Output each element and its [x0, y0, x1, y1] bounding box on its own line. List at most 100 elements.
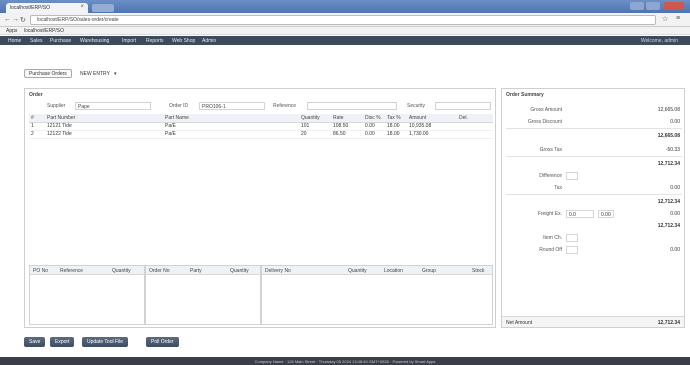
col-quantity: Quantity	[299, 114, 331, 123]
menu-item-reports[interactable]: Reports	[146, 38, 164, 44]
cell-part-name[interactable]: Pa/E	[163, 122, 299, 131]
cell-index: 1	[29, 122, 45, 131]
summary-label: Freight Ex.	[537, 211, 562, 217]
net-amount-row: Net Amount 12,712.34	[502, 316, 684, 327]
summary-row: 12,712.34	[506, 198, 682, 206]
bookmark-apps[interactable]: Apps	[6, 28, 17, 34]
back-icon[interactable]: ←	[4, 16, 11, 23]
menu-item-webshop[interactable]: Web Shop	[172, 38, 195, 44]
divider	[506, 128, 682, 129]
browser-tab[interactable]: localhost/ERP/SO ×	[6, 3, 88, 13]
menu-item-home[interactable]: Home	[8, 38, 21, 44]
summary-subtotal: 12,712.34	[657, 223, 680, 229]
summary-value: 0.00	[670, 247, 680, 253]
cell-quantity[interactable]: 20	[299, 130, 331, 139]
po-grid-col: Reference	[60, 268, 84, 274]
window-close-icon[interactable]	[664, 2, 684, 10]
order-grid-col: Order No	[149, 268, 170, 274]
col-tax: Tax %	[385, 114, 407, 123]
summary-label: Round Off	[539, 247, 562, 253]
menu-item-admin[interactable]: Admin	[202, 38, 216, 44]
summary-row: 12,712.34	[506, 222, 682, 230]
cell-tax[interactable]: 18.00	[385, 122, 407, 131]
po-grid-header: PO No Reference Quantity	[30, 266, 144, 275]
summary-label: Gross Tax	[539, 147, 562, 153]
menu-item-warehousing[interactable]: Warehousing	[80, 38, 109, 44]
reference-input[interactable]	[307, 102, 397, 110]
cell-index: 2	[29, 130, 45, 139]
order-title: Order	[29, 92, 43, 98]
delivery-grid-col: Location	[384, 268, 403, 274]
new-tab-button[interactable]	[92, 4, 114, 12]
freight-percent-input[interactable]: 0.0	[566, 210, 594, 218]
table-row[interactable]: 1 12121 Tide Pa/E 101 108.50 0.00 18.00 …	[29, 122, 493, 131]
cell-part-number[interactable]: 12121 Tide	[45, 122, 163, 131]
cell-part-number[interactable]: 12122 Tide	[45, 130, 163, 139]
update-tool-file-button[interactable]: Update Tool File	[82, 337, 129, 347]
freight-amount-value: 0.00	[601, 212, 611, 218]
summary-value: -50.33	[665, 147, 680, 153]
divider	[506, 194, 682, 195]
col-part-number: Part Number	[45, 114, 163, 123]
supplier-input[interactable]: Pape	[75, 102, 151, 110]
cell-del[interactable]	[457, 130, 493, 139]
summary-value: 0.00	[670, 119, 680, 125]
security-input[interactable]	[435, 102, 491, 110]
delivery-grid-col: Delivery No	[265, 268, 291, 274]
reference-label: Reference	[273, 103, 297, 109]
cell-disc[interactable]: 0.00	[363, 130, 385, 139]
cell-rate[interactable]: 86.50	[331, 130, 363, 139]
delivery-grid: Delivery No Quantity Location Group Stoc…	[261, 265, 493, 325]
address-bar[interactable]: localhost/ERP/SO/sales-order/create	[30, 15, 656, 25]
order-grid: Order No Party Quantity	[145, 265, 261, 325]
menu-item-import[interactable]: Import	[122, 38, 136, 44]
forward-icon[interactable]: →	[12, 16, 19, 23]
summary-row: Difference	[506, 172, 682, 180]
maximize-icon[interactable]	[646, 2, 660, 10]
col-disc: Disc %	[363, 114, 385, 123]
difference-checkbox[interactable]	[566, 172, 578, 180]
export-button[interactable]: Export	[50, 337, 75, 347]
user-greeting[interactable]: Welcome, admin	[641, 38, 678, 44]
order-summary-panel: Order Summary Gross Amount 12,665.08 Gro…	[501, 88, 685, 328]
order-no-input[interactable]: PRO106-1	[199, 102, 265, 110]
breadcrumb-current: NEW ENTRY	[80, 71, 110, 77]
order-header-fields: Supplier Pape Order ID PRO106-1 Referenc…	[29, 102, 493, 110]
bookmarks-bar: Apps localhost/ERP/SO	[0, 27, 690, 35]
minimize-icon[interactable]	[630, 2, 644, 10]
order-panel: Order Supplier Pape Order ID PRO106-1 Re…	[24, 88, 496, 328]
cell-rate[interactable]: 108.50	[331, 122, 363, 131]
net-amount-label: Net Amount	[506, 320, 533, 326]
po-grid: PO No Reference Quantity	[29, 265, 145, 325]
summary-subtotal: 12,712.34	[657, 161, 680, 167]
bookmark-erp[interactable]: localhost/ERP/SO	[24, 28, 64, 34]
cell-disc[interactable]: 0.00	[363, 122, 385, 131]
menu-icon[interactable]: ≡	[676, 15, 680, 22]
item-charge-checkbox[interactable]	[566, 234, 578, 242]
cell-quantity[interactable]: 101	[299, 122, 331, 131]
summary-row: 12,665.08	[506, 132, 682, 140]
cell-del[interactable]	[457, 122, 493, 131]
star-icon[interactable]: ☆	[662, 15, 668, 23]
summary-subtotal: 12,665.08	[657, 133, 680, 139]
summary-value: 0.00	[670, 185, 680, 191]
breadcrumb-button[interactable]: Purchase Orders	[24, 69, 72, 78]
menu-item-sales[interactable]: Sales	[30, 38, 43, 44]
delivery-grid-col: Stock	[472, 268, 485, 274]
freight-amount-input[interactable]: 0.00	[598, 210, 614, 218]
cell-tax[interactable]: 18.00	[385, 130, 407, 139]
table-header-row: # Part Number Part Name Quantity Rate Di…	[29, 114, 493, 123]
summary-title: Order Summary	[506, 92, 544, 98]
cell-part-name[interactable]: Pa/E	[163, 130, 299, 139]
round-off-checkbox[interactable]	[566, 246, 578, 254]
lower-grids: PO No Reference Quantity Order No Party …	[29, 265, 493, 325]
reload-icon[interactable]: ↻	[20, 16, 26, 24]
poll-order-button[interactable]: Poll Order	[146, 337, 179, 347]
chevron-down-icon[interactable]: ▾	[114, 71, 117, 77]
menu-item-purchase[interactable]: Purchase	[50, 38, 71, 44]
browser-navbar: ← → ↻ localhost/ERP/SO/sales-order/creat…	[0, 13, 690, 27]
table-row[interactable]: 2 12122 Tide Pa/E 20 86.50 0.00 18.00 1,…	[29, 130, 493, 139]
order-grid-col: Party	[190, 268, 202, 274]
close-icon[interactable]: ×	[80, 4, 84, 10]
save-button[interactable]: Save	[24, 337, 46, 347]
